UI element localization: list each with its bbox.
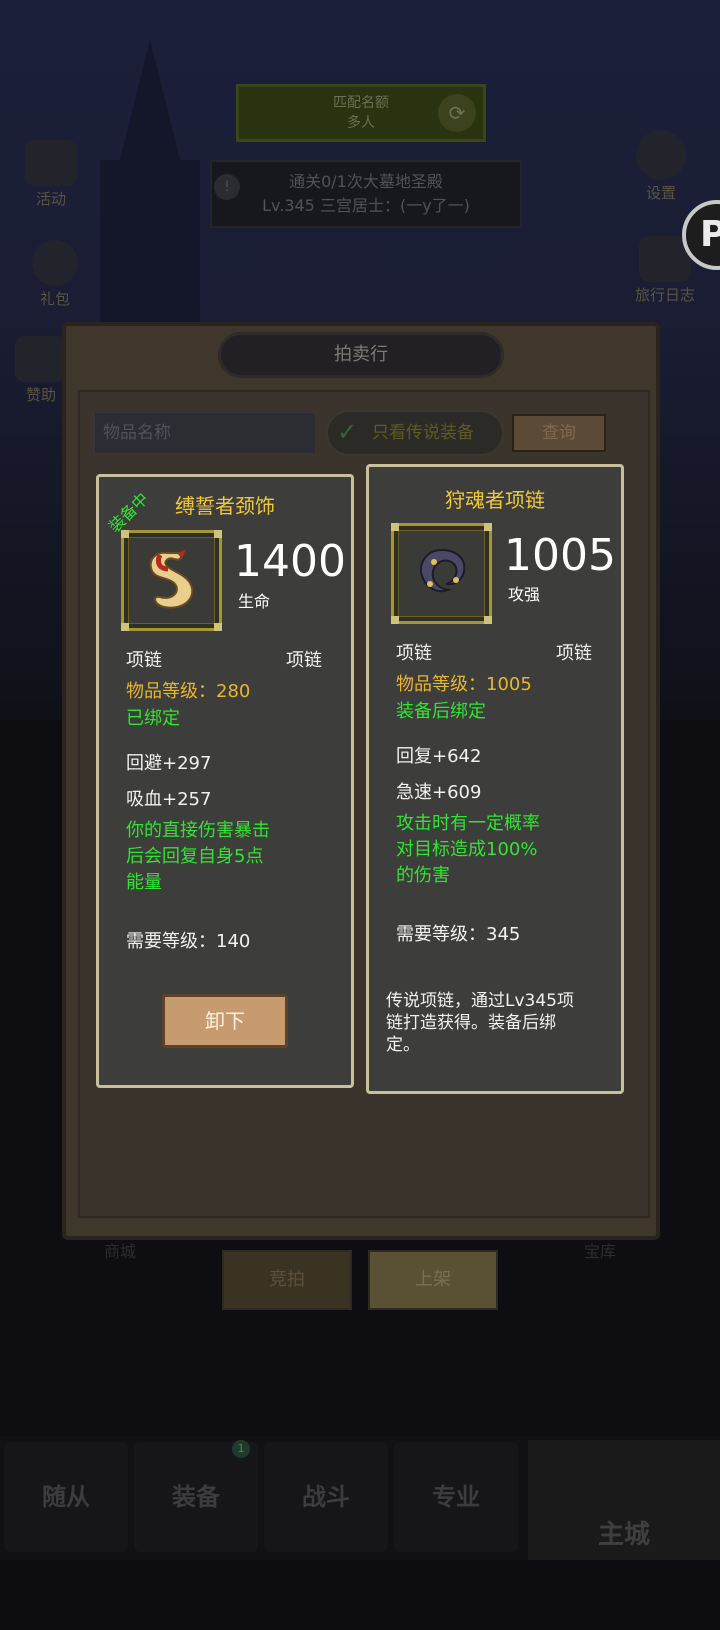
list-item-button[interactable]: 上架 [368,1250,498,1310]
nav-tab-main-city[interactable]: 主城 [528,1440,720,1560]
equipped-item-name: 缚誓者颈饰 [175,494,275,518]
sidebar-gift-label: 礼包 [39,290,70,308]
grid-label-shop: 商城 [103,1242,136,1261]
compare-stat-value: 1005 [504,530,616,581]
equipped-bind-status: 已绑定 [126,708,180,729]
compare-description-line: 定。 [386,1035,420,1055]
compare-item-level: 物品等级：1005 [396,674,532,695]
nav-tab-equipment[interactable]: 装备 [134,1442,258,1552]
settings-label: 设置 [645,184,676,202]
compare-attribute: 急速+609 [396,782,482,803]
compare-effect-line: 的伤害 [396,865,450,886]
equipped-effect-line: 你的直接伤害暴击 [126,820,270,841]
gift-icon [32,240,78,286]
equipped-stat-value: 1400 [234,536,346,587]
equipped-type-left: 项链 [126,650,162,671]
equipped-effect-line: 后会回复自身5点 [126,846,264,867]
serpent-necklace-icon [149,549,194,609]
compare-stat-label: 攻强 [508,585,541,604]
compare-type-left: 项链 [396,643,432,664]
settings-button[interactable]: 设置 [626,130,696,202]
compare-type-right: 项链 [556,643,592,664]
equipped-item-level: 物品等级：280 [126,681,251,702]
query-button[interactable]: 查询 [512,414,606,452]
nav-tab-profession[interactable]: 专业 [394,1442,518,1552]
soul-necklace-icon [420,548,466,593]
equipped-type-right: 项链 [286,650,322,671]
refresh-icon[interactable]: ⟳ [438,94,476,132]
bid-button[interactable]: 竞拍 [222,1250,352,1310]
compare-item-name: 狩魂者项链 [445,488,545,512]
info-icon[interactable]: ! [214,174,240,200]
quest-line1: 通关0/1次大墓地圣殿 [289,172,443,191]
quest-line2: Lv.345 三宫居士：(一y了一) [262,196,470,215]
event-icon [25,140,77,186]
compare-attribute: 回复+642 [396,746,482,767]
sidebar-gift-button[interactable]: 礼包 [20,240,90,310]
equipped-attribute: 回避+297 [126,753,212,774]
sidebar-event-label: 活动 [35,190,66,208]
compare-required-level: 需要等级：345 [396,924,521,945]
notification-badge: 1 [232,1440,250,1458]
quest-tracker[interactable]: 通关0/1次大墓地圣殿 Lv.345 三宫居士：(一y了一) [210,160,522,228]
item-name-search-input[interactable]: 物品名称 [94,412,316,454]
sponsor-icon [15,336,67,382]
grid-label-vault: 宝库 [583,1242,616,1261]
equipped-item-slot [121,530,222,631]
equipped-effect-line: 能量 [126,872,162,893]
equipped-required-level: 需要等级：140 [126,931,251,952]
nav-tab-battle[interactable]: 战斗 [264,1442,388,1552]
compare-bind-status: 装备后绑定 [396,701,486,722]
checkmark-icon: ✓ [336,418,358,446]
equipped-stat-label: 生命 [238,592,271,611]
gear-icon [636,130,686,180]
castle-spire [120,40,180,160]
sidebar-event-button[interactable]: 活动 [16,140,86,210]
journal-label: 旅行日志 [634,286,695,304]
unequip-button[interactable]: 卸下 [162,994,288,1048]
badge-letter: P [700,214,720,255]
nav-tab-followers[interactable]: 随从 [4,1442,128,1552]
compare-description-line: 链打造获得。装备后绑 [386,1013,556,1033]
auction-title: 拍卖行 [218,332,504,378]
equipped-attribute: 吸血+257 [126,789,212,810]
compare-effect-line: 对目标造成100% [396,839,538,860]
compare-effect-line: 攻击时有一定概率 [396,813,540,834]
compare-item-slot [391,523,492,624]
compare-description-line: 传说项链，通过Lv345项 [386,991,574,1011]
